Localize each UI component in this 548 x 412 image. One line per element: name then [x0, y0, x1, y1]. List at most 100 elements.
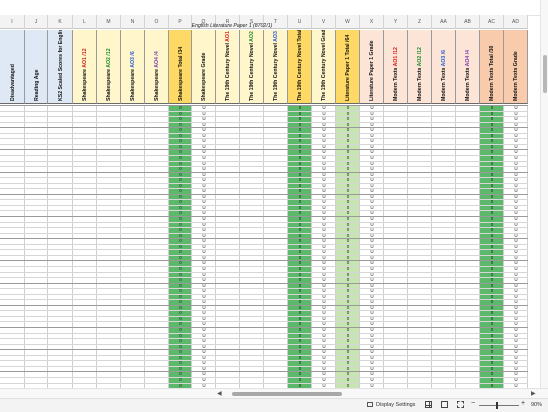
column-gridline: [72, 105, 73, 388]
row-gridline: [0, 260, 528, 261]
row-gridline: [0, 316, 528, 317]
row-gridline: [0, 188, 528, 189]
header-label: Modern Texts Grade: [513, 51, 519, 101]
row-gridline: [0, 288, 528, 289]
row-gridline: [0, 227, 528, 228]
horizontal-scroll-thumb[interactable]: [232, 392, 342, 396]
header-cell-i[interactable]: Disadvantaged: [0, 30, 25, 104]
spreadsheet-grid[interactable]: I J K L M N O P Q R S T U V W X Y Z AA AB AC AD English Liter…: [0, 0, 548, 388]
zoom-out-button[interactable]: −: [471, 400, 475, 407]
header-label: The 19th Century Novel AO1 /12: [225, 30, 231, 101]
scroll-left-icon[interactable]: ◀: [217, 390, 222, 397]
row-gridline: [0, 222, 528, 223]
header-cell-w[interactable]: Literature Paper 1 Total /64: [336, 30, 360, 104]
header-cell-v[interactable]: The 19th Century Novel Grade: [312, 30, 336, 104]
row-gridline: [0, 127, 528, 128]
header-cell-u[interactable]: The 19th Century Novel Total /30: [288, 30, 312, 104]
page-break-preview-icon[interactable]: [457, 401, 464, 408]
sheet-title-row: English Literature Paper 1 (8702/1): [0, 23, 548, 30]
column-gridline: [263, 105, 264, 388]
header-cell-k[interactable]: KS2 Scaled Scores for English and Maths: [48, 30, 73, 104]
header-cell-z[interactable]: Modern Texts AO2 /12: [408, 30, 432, 104]
header-cell-j[interactable]: Reading Age: [25, 30, 48, 104]
header-cell-o[interactable]: Shakespeare AO4 /4: [145, 30, 169, 104]
row-gridline: [0, 360, 528, 361]
row-gridline: [0, 210, 528, 211]
row-gridline: [0, 338, 528, 339]
header-label: Shakespeare Grade: [201, 52, 207, 101]
header-label: Reading Age: [33, 69, 40, 101]
column-gridline: [431, 105, 432, 388]
header-label: Literature Paper 1 Grade: [369, 40, 375, 101]
row-gridline: [0, 283, 528, 284]
row-gridline: [0, 255, 528, 256]
formula-strip: [0, 0, 548, 16]
zoom-level[interactable]: 90%: [531, 402, 542, 408]
row-gridline: [0, 294, 528, 295]
zoom-slider-thumb[interactable]: [496, 402, 498, 409]
display-settings-button[interactable]: Display Settings: [376, 402, 415, 408]
zoom-slider[interactable]: [479, 402, 519, 409]
header-label: Shakespeare AO4 /4: [154, 51, 160, 101]
vertical-scrollbar[interactable]: [540, 0, 548, 388]
header-cell-q[interactable]: Shakespeare Grade: [192, 30, 216, 104]
row-gridline: [0, 216, 528, 217]
header-cell-n[interactable]: Shakespeare AO3 /6: [121, 30, 145, 104]
status-bar: Display Settings − + 90%: [0, 398, 548, 412]
header-cell-m[interactable]: Shakespeare AO2 /12: [97, 30, 121, 104]
row-gridline: [0, 183, 528, 184]
row-gridline: [0, 266, 528, 267]
header-label: The 19th Century Novel AO3 /6: [273, 30, 279, 101]
header-cell-l[interactable]: Shakespeare AO1 /12: [73, 30, 97, 104]
header-label: Modern Texts AO3 /6: [441, 49, 447, 101]
row-gridline: [0, 366, 528, 367]
row-gridline: [0, 233, 528, 234]
normal-view-icon[interactable]: [425, 401, 432, 408]
header-label: KS2 Scaled Scores for English and Maths: [57, 30, 64, 101]
page-layout-icon[interactable]: [441, 401, 448, 408]
row-gridline: [0, 155, 528, 156]
row-gridline: [0, 333, 528, 334]
row-gridline: [0, 321, 528, 322]
header-cell-p[interactable]: Shakespeare Total /34: [169, 30, 192, 104]
header-label: Modern Texts Total /30: [489, 45, 495, 101]
row-gridline: [0, 272, 528, 273]
header-cell-ac[interactable]: Modern Texts Total /30: [480, 30, 504, 104]
row-gridline: [0, 205, 528, 206]
header-cell-x[interactable]: Literature Paper 1 Grade: [360, 30, 384, 104]
row-gridline: [0, 149, 528, 150]
header-label: Shakespeare AO2 /12: [106, 48, 112, 101]
header-cell-t[interactable]: The 19th Century Novel AO3 /6: [264, 30, 288, 104]
header-cell-y[interactable]: Modern Texts AO1 /12: [384, 30, 408, 104]
header-cell-aa[interactable]: Modern Texts AO3 /6: [432, 30, 456, 104]
column-gridline: [144, 105, 145, 388]
display-settings-icon[interactable]: [367, 402, 373, 407]
column-gridline: [455, 105, 456, 388]
header-cell-s[interactable]: The 19th Century Novel AO2 /12: [240, 30, 264, 104]
row-gridline: [0, 305, 528, 306]
header-label: Shakespeare AO3 /6: [130, 51, 136, 101]
row-gridline: [0, 194, 528, 195]
header-cell-r[interactable]: The 19th Century Novel AO1 /12: [216, 30, 240, 104]
header-label: The 19th Century Novel Grade: [321, 30, 327, 101]
column-gridline: [407, 105, 408, 388]
vertical-scroll-thumb[interactable]: [543, 55, 547, 93]
header-label: Modern Texts AO2 /12: [417, 47, 423, 101]
zoom-in-button[interactable]: +: [521, 400, 525, 407]
row-gridline: [0, 138, 528, 139]
column-gridline: [24, 105, 25, 388]
header-cell-ab[interactable]: Modern Texts AO4 /4: [456, 30, 480, 104]
row-gridline: [0, 349, 528, 350]
scroll-right-icon[interactable]: ▶: [531, 390, 536, 397]
row-gridline: [0, 383, 528, 384]
row-gridline: [0, 238, 528, 239]
row-gridline: [0, 116, 528, 117]
header-label: Shakespeare AO1 /12: [82, 48, 88, 101]
column-gridline: [96, 105, 97, 388]
row-gridline: [0, 161, 528, 162]
row-gridline: [0, 299, 528, 300]
row-gridline: [0, 327, 528, 328]
sheet-title: English Literature Paper 1 (8702/1): [191, 23, 273, 29]
header-cell-ad[interactable]: Modern Texts Grade: [504, 30, 528, 104]
row-gridline: [0, 371, 528, 372]
